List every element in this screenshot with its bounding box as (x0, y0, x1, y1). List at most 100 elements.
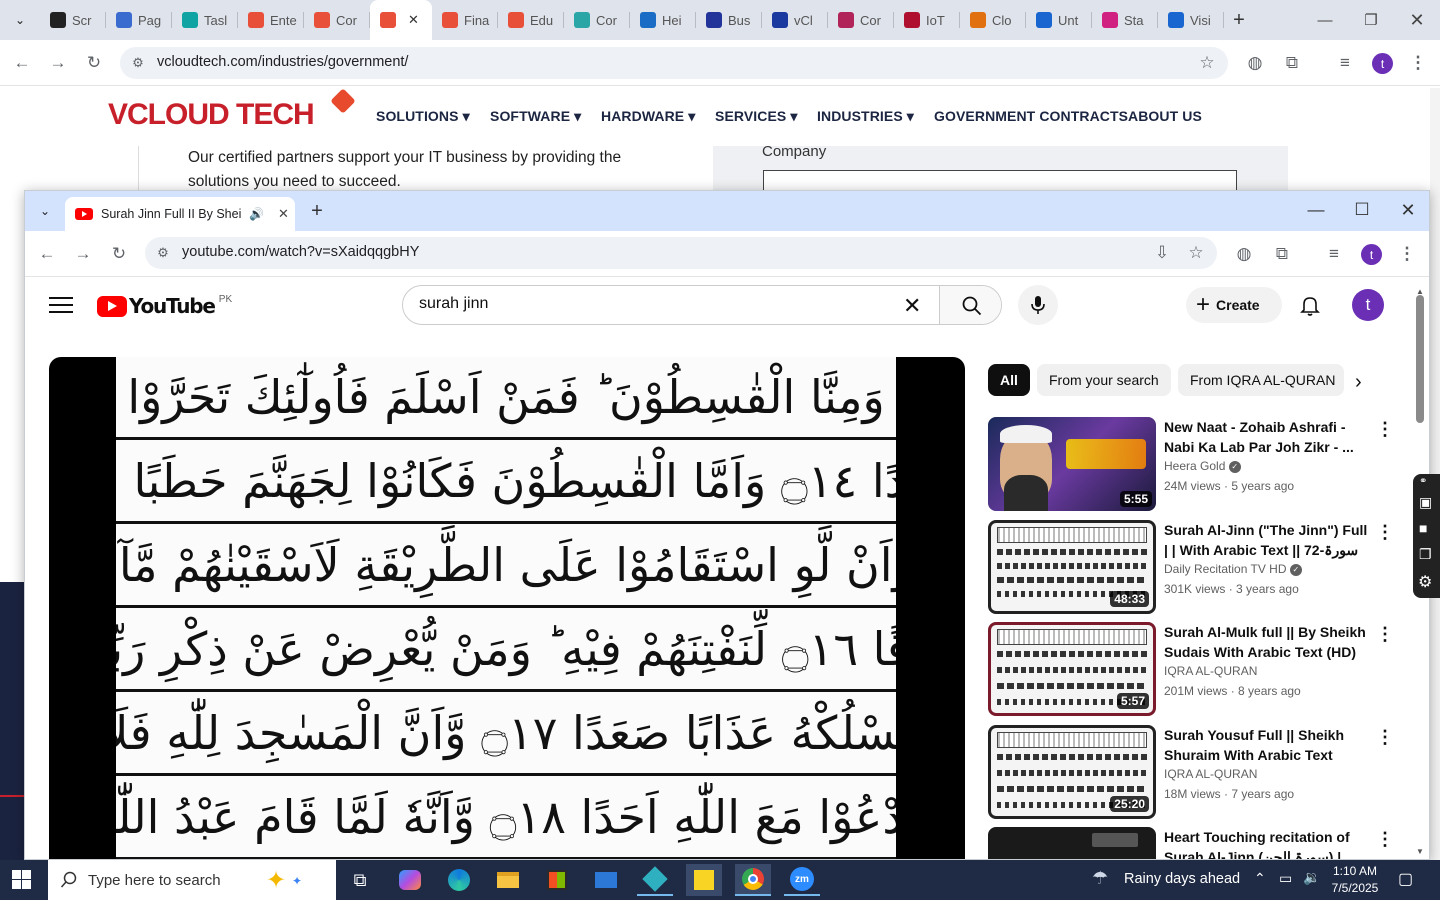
scrollbar-thumb[interactable] (1416, 295, 1424, 423)
browser-tab[interactable]: Unt (1026, 0, 1092, 40)
menu-icon[interactable]: ⋮ (1408, 52, 1428, 74)
browser-tab[interactable]: vCl (762, 0, 828, 40)
youtube-active-tab[interactable]: Surah Jinn Full II By Sheikh 🔊 ✕ (65, 197, 295, 231)
settings-gear-icon[interactable]: ⚙ (1418, 572, 1432, 592)
video-title[interactable]: New Naat - Zohaib Ashrafi - Nabi Ka Lab … (1164, 417, 1369, 457)
maximize-icon[interactable]: ☐ (1347, 199, 1377, 221)
browser-tab[interactable]: Fina (432, 0, 498, 40)
search-input[interactable]: surah jinn (419, 295, 488, 313)
new-tab-icon[interactable]: + (1224, 0, 1254, 40)
copy-icon[interactable]: ❐ (1419, 546, 1432, 563)
channel-name[interactable]: IQRA AL-QURAN (1164, 767, 1257, 781)
bookmark-star-icon[interactable]: ☆ (1196, 52, 1218, 74)
profile-avatar[interactable]: t (1372, 53, 1393, 74)
active-tab[interactable]: ✕ (370, 0, 432, 40)
chip-from-your-search[interactable]: From your search (1037, 364, 1171, 396)
video-thumbnail[interactable]: 48:33 (988, 520, 1156, 614)
browser-tab[interactable]: Tasl (172, 0, 238, 40)
browser-tab[interactable]: Sta (1092, 0, 1158, 40)
translate-icon[interactable]: ◍ (1244, 52, 1266, 74)
close-window-icon[interactable]: ✕ (1393, 199, 1423, 221)
site-nav-item[interactable]: SOLUTIONS ▾ (376, 108, 470, 125)
site-nav-item[interactable]: SERVICES ▾ (715, 108, 797, 125)
network-icon[interactable]: ▭ (1279, 870, 1292, 887)
reload-icon[interactable]: ↻ (82, 52, 106, 74)
extensions-icon[interactable]: ⧉ (1271, 243, 1293, 265)
recommendation-item[interactable]: 5:55 New Naat - Zohaib Ashrafi - Nabi Ka… (988, 417, 1394, 517)
menu-icon[interactable]: ⋮ (1397, 243, 1417, 265)
video-title[interactable]: Surah Al-Jinn ("The Jinn") Full | | With… (1164, 520, 1369, 560)
tab-search-icon[interactable]: ⌄ (33, 201, 57, 221)
system-clock[interactable]: 1:10 AM 7/5/2025 (1328, 863, 1382, 897)
file-explorer-icon[interactable] (490, 864, 526, 896)
video-thumbnail[interactable]: 5:55 (988, 417, 1156, 511)
video-thumbnail[interactable]: 5:57 (988, 622, 1156, 716)
recommendation-item[interactable]: 25:20 Surah Yousuf Full || Sheikh Shurai… (988, 725, 1394, 825)
site-info-icon[interactable]: ⚙ (153, 243, 173, 263)
zoom-app-icon[interactable]: zm (784, 864, 820, 896)
site-nav-item[interactable]: GOVERNMENT CONTRACTS (934, 108, 1128, 124)
site-info-icon[interactable]: ⚙ (128, 53, 148, 73)
browser-tab[interactable]: Hei (630, 0, 696, 40)
extensions-icon[interactable]: ⧉ (1281, 52, 1303, 74)
video-player[interactable]: وَمِنَّا الْقٰسِطُوْنَ ؕ فَمَنْ اَسْلَمَ… (49, 357, 965, 859)
profile-avatar[interactable]: t (1361, 244, 1382, 265)
weather-icon[interactable]: ☂ (1092, 868, 1108, 889)
browser-tab[interactable]: IoT (894, 0, 960, 40)
translate-icon[interactable]: ◍ (1233, 243, 1255, 265)
site-nav-item[interactable]: HARDWARE ▾ (601, 108, 695, 125)
recommendation-item[interactable]: Heart Touching recitation of Surah Al-Ji… (988, 827, 1394, 859)
back-icon[interactable]: ← (35, 243, 59, 265)
reload-icon[interactable]: ↻ (107, 243, 131, 265)
channel-name[interactable]: Heera Gold ✓ (1164, 459, 1241, 473)
camera-icon[interactable]: ▣ (1419, 494, 1432, 511)
company-input[interactable] (763, 170, 1237, 192)
weather-text[interactable]: Rainy days ahead (1124, 871, 1240, 887)
sticky-notes-icon[interactable] (686, 864, 722, 896)
task-view-icon[interactable]: ⧉ (342, 864, 378, 896)
more-options-icon[interactable]: ⋮ (1376, 522, 1394, 543)
youtube-avatar[interactable]: t (1352, 289, 1384, 321)
background-address-bar[interactable]: ⚙ vcloudtech.com/industries/government/ … (120, 47, 1228, 79)
channel-name[interactable]: Daily Recitation TV HD ✓ (1164, 562, 1302, 576)
more-options-icon[interactable]: ⋮ (1376, 624, 1394, 645)
scroll-down-icon[interactable]: ▼ (1416, 847, 1424, 856)
forward-icon[interactable]: → (46, 52, 70, 74)
link-icon[interactable]: ⚭ (1419, 476, 1427, 487)
video-title[interactable]: Heart Touching recitation of Surah Al-Ji… (1164, 827, 1369, 859)
chip-all[interactable]: All (988, 364, 1030, 396)
media-control-icon[interactable]: ≡ (1334, 52, 1356, 74)
browser-tab[interactable]: Scr (40, 0, 106, 40)
browser-tab[interactable]: Edu (498, 0, 564, 40)
search-button[interactable] (939, 286, 1001, 324)
tab-search-icon[interactable]: ⌄ (0, 0, 40, 40)
notifications-bell-icon[interactable] (1298, 293, 1322, 317)
chips-next-icon[interactable]: › (1355, 371, 1362, 394)
mail-icon[interactable] (588, 864, 624, 896)
new-tab-icon[interactable]: + (305, 200, 329, 222)
media-control-icon[interactable]: ≡ (1323, 243, 1345, 265)
teal-app-icon[interactable] (637, 864, 673, 896)
hamburger-menu-icon[interactable] (49, 295, 73, 315)
volume-icon[interactable]: 🔉 (1303, 869, 1320, 886)
install-app-icon[interactable]: ⇩ (1151, 242, 1173, 264)
microsoft-store-icon[interactable] (539, 864, 575, 896)
browser-tab[interactable]: Ente (238, 0, 304, 40)
chip-from-iqra[interactable]: From IQRA AL-QURAN (1178, 364, 1344, 396)
maximize-icon[interactable]: ❐ (1348, 0, 1394, 40)
back-icon[interactable]: ← (10, 52, 34, 74)
edge-browser-icon[interactable] (441, 864, 477, 896)
video-title[interactable]: Surah Yousuf Full || Sheikh Shuraim With… (1164, 725, 1369, 765)
bookmark-star-icon[interactable]: ☆ (1185, 242, 1207, 264)
browser-tab[interactable]: Cor (564, 0, 630, 40)
browser-tab[interactable]: Pag (106, 0, 172, 40)
browser-tab[interactable]: Visi (1158, 0, 1224, 40)
windows-start-icon[interactable] (12, 870, 32, 890)
forward-icon[interactable]: → (71, 243, 95, 265)
video-title[interactable]: Surah Al-Mulk full || By Sheikh Sudais W… (1164, 622, 1369, 662)
voice-search-button[interactable] (1018, 285, 1058, 325)
close-tab-icon[interactable]: ✕ (278, 206, 289, 222)
more-options-icon[interactable]: ⋮ (1376, 829, 1394, 850)
minimize-icon[interactable]: — (1301, 199, 1331, 221)
site-nav-item[interactable]: ABOUT US (1128, 108, 1202, 124)
